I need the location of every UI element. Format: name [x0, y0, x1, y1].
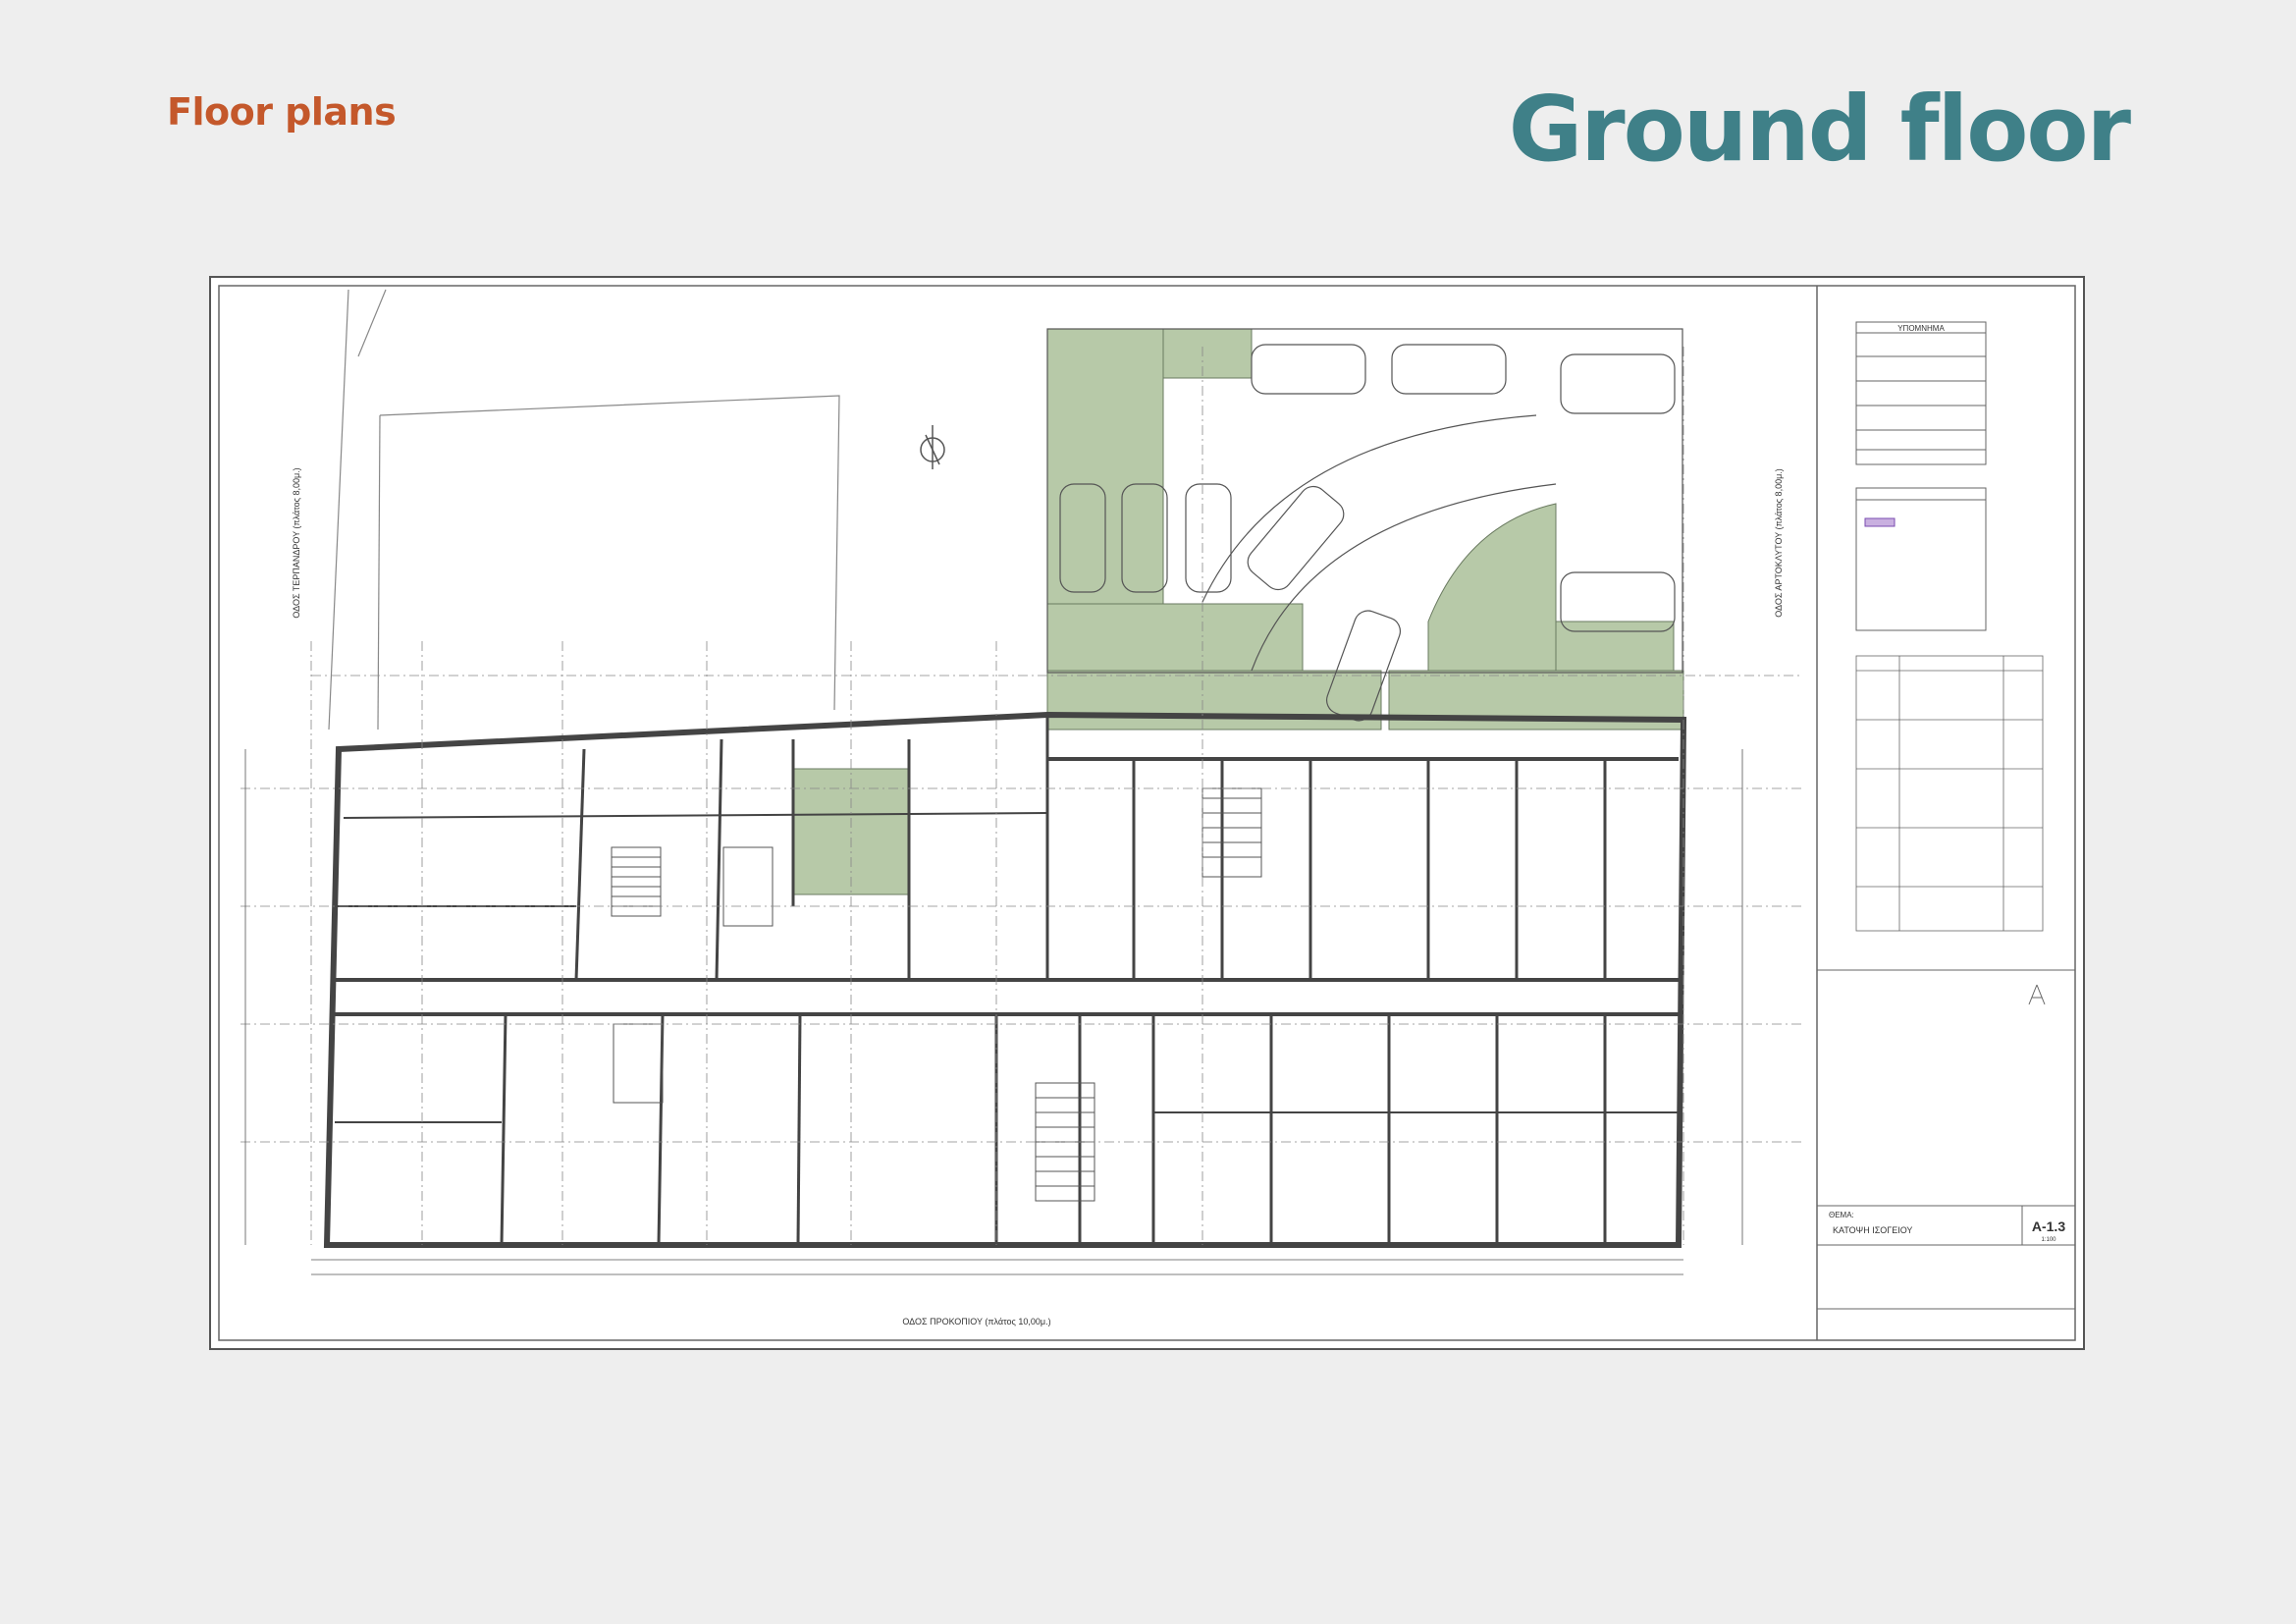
title-block-sheet-number: A-1.3	[2032, 1218, 2065, 1234]
title-block-sheet-title: ΚΑΤΟΨΗ ΙΣΟΓΕΙΟΥ	[1833, 1225, 1912, 1235]
north-arrow-icon	[920, 425, 945, 469]
building-walls	[323, 711, 1687, 1248]
street-bottom-label: ΟΔΟΣ ΠΡΟΚΟΠΙΟΥ (πλάτος 10,00μ.)	[902, 1317, 1050, 1326]
title-block-scale: 1:100	[2041, 1237, 2056, 1243]
legend-title: ΥΠΟΜΝΗΜΑ	[1897, 324, 1945, 333]
street-left-label: ΟΔΟΣ ΤΕΡΠΑΝΔΡΟΥ (πλάτος 8,00μ.)	[292, 467, 301, 618]
floor-plan-svg: ΟΔΟΣ ΠΡΟΚΟΠΙΟΥ (πλάτος 10,00μ.) ΟΔΟΣ ΤΕΡ…	[218, 285, 2076, 1341]
title-block	[1817, 969, 2075, 1310]
section-label: Floor plans	[167, 90, 397, 134]
area-table	[1855, 655, 2044, 932]
title-block-theme-label: ΘΕΜΑ:	[1829, 1211, 1854, 1219]
floor-plan-drawing: ΟΔΟΣ ΠΡΟΚΟΠΙΟΥ (πλάτος 10,00μ.) ΟΔΟΣ ΤΕΡ…	[209, 276, 2085, 1350]
street-right-label: ΟΔΟΣ ΑΡΤΟΚΛΥΤΟΥ (πλάτος 8,00μ.)	[1774, 468, 1784, 618]
legend-box	[1855, 321, 1987, 631]
neighbour-plot	[328, 289, 840, 731]
stairs	[611, 787, 1262, 1202]
page-title: Ground floor	[1508, 77, 2131, 182]
column-grid	[240, 347, 1801, 1245]
landscape-areas	[792, 328, 1684, 895]
